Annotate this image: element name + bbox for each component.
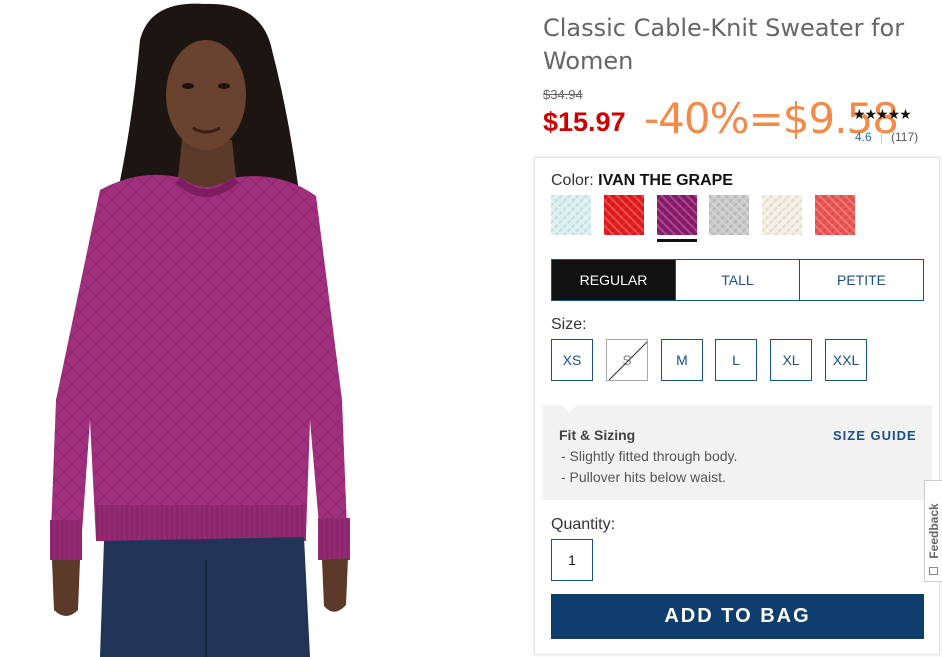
product-title: Classic Cable-Knit Sweater for Women (543, 14, 905, 75)
swatch-texture (604, 195, 644, 235)
size-button-xxl[interactable]: XXL (825, 339, 867, 381)
feedback-tab[interactable]: Feedback (924, 480, 942, 582)
add-to-bag-button[interactable]: ADD TO BAG (551, 594, 924, 639)
size-button-xl[interactable]: XL (770, 339, 812, 381)
swatch-texture (762, 195, 802, 235)
color-swatch-light-gray[interactable] (709, 195, 749, 235)
selected-color-name: IVAN THE GRAPE (598, 172, 733, 189)
color-swatch-red[interactable] (604, 195, 644, 235)
tab-tall[interactable]: TALL (675, 260, 799, 300)
swatch-texture (657, 195, 697, 235)
color-swatch-light-aqua[interactable] (551, 195, 591, 235)
fit-box-notch (562, 405, 576, 413)
selected-swatch-indicator (657, 239, 697, 242)
tab-petite[interactable]: PETITE (799, 260, 923, 300)
feedback-label: Feedback (926, 503, 941, 559)
rating-score[interactable]: 4.6 (855, 130, 872, 144)
size-guide-link[interactable]: SIZE GUIDE (833, 428, 917, 443)
fit-type-tabs: REGULAR TALL PETITE (551, 259, 924, 301)
review-count[interactable]: (117) (891, 130, 918, 144)
swatch-texture (815, 195, 855, 235)
color-swatch-cream[interactable] (762, 195, 802, 235)
feedback-icon (929, 567, 938, 575)
size-button-l[interactable]: L (715, 339, 757, 381)
size-button-m[interactable]: M (661, 339, 703, 381)
color-swatch-coral[interactable] (815, 195, 855, 235)
unavailable-strike-icon (608, 341, 648, 381)
tab-regular[interactable]: REGULAR (552, 260, 675, 300)
original-price: $34.94 (543, 87, 583, 102)
swatch-texture (551, 195, 591, 235)
rating-divider (881, 128, 882, 144)
fit-line-2: - Pullover hits below waist. (561, 469, 726, 485)
size-button-xs[interactable]: XS (551, 339, 593, 381)
size-button-s-unavailable[interactable]: S (606, 339, 648, 381)
product-image (0, 0, 436, 657)
swatch-texture (709, 195, 749, 235)
rating-stars-icon[interactable]: ★★★★★ (853, 106, 912, 123)
color-swatch-purple[interactable] (657, 195, 697, 235)
size-label: Size: (551, 316, 587, 333)
sale-price: $15.97 (543, 107, 626, 137)
color-label-prefix: Color: (551, 172, 594, 189)
quantity-input[interactable]: 1 (551, 539, 593, 581)
fit-sizing-title: Fit & Sizing (559, 427, 636, 443)
fit-line-1: - Slightly fitted through body. (561, 448, 738, 464)
color-label: Color: IVAN THE GRAPE (551, 172, 733, 190)
quantity-label: Quantity: (551, 516, 616, 533)
model-sweater-illustration (50, 3, 350, 657)
